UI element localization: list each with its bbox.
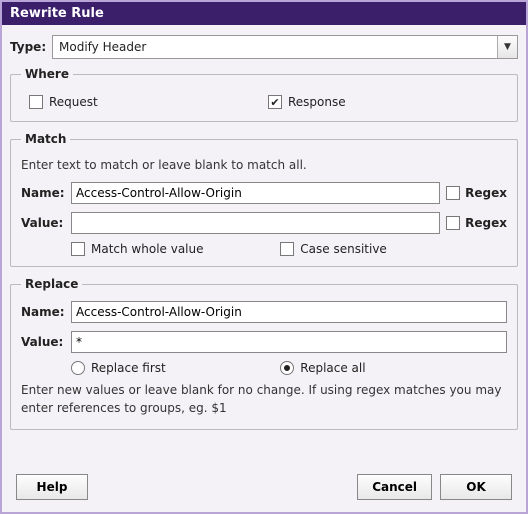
- where-row: Request Response: [21, 91, 507, 111]
- type-select-value: Modify Header: [52, 35, 518, 59]
- match-value-regex-checkbox[interactable]: [446, 216, 460, 230]
- replace-value-input[interactable]: [71, 331, 507, 353]
- replace-first-radio[interactable]: [71, 361, 85, 375]
- match-legend: Match: [21, 132, 70, 146]
- match-name-row: Name: Regex: [21, 182, 507, 204]
- replace-name-row: Name:: [21, 301, 507, 323]
- window-title: Rewrite Rule: [10, 6, 104, 21]
- match-whole-checkbox[interactable]: [71, 242, 85, 256]
- replace-first-label: Replace first: [91, 361, 166, 375]
- request-label: Request: [49, 95, 98, 109]
- replace-name-label: Name:: [21, 305, 65, 319]
- window-titlebar: Rewrite Rule: [2, 2, 526, 25]
- match-value-label: Value:: [21, 216, 65, 230]
- match-helper: Enter text to match or leave blank to ma…: [21, 158, 507, 172]
- match-value-regex-option[interactable]: Regex: [446, 216, 507, 230]
- replace-all-label: Replace all: [300, 361, 365, 375]
- where-legend: Where: [21, 67, 73, 81]
- request-option[interactable]: Request: [29, 95, 268, 109]
- response-option[interactable]: Response: [268, 95, 507, 109]
- where-group: Where Request Response: [10, 67, 518, 122]
- response-checkbox[interactable]: [268, 95, 282, 109]
- replace-options-row: Replace first Replace all: [21, 361, 507, 375]
- type-row: Type: Modify Header ▼: [10, 35, 518, 59]
- replace-group: Replace Name: Value: Replace first Repla…: [10, 277, 518, 430]
- replace-first-option[interactable]: Replace first: [71, 361, 280, 375]
- match-whole-option[interactable]: Match whole value: [71, 242, 280, 256]
- replace-helper: Enter new values or leave blank for no c…: [21, 381, 507, 417]
- replace-value-label: Value:: [21, 335, 65, 349]
- match-options-row: Match whole value Case sensitive: [21, 242, 507, 256]
- type-select[interactable]: Modify Header ▼: [52, 35, 518, 59]
- match-name-regex-option[interactable]: Regex: [446, 186, 507, 200]
- match-value-regex-label: Regex: [465, 216, 507, 230]
- rewrite-rule-window: Rewrite Rule Type: Modify Header ▼ Where…: [0, 0, 528, 514]
- ok-button[interactable]: OK: [440, 474, 512, 500]
- content-area: Type: Modify Header ▼ Where Request Resp…: [2, 25, 526, 512]
- replace-value-row: Value:: [21, 331, 507, 353]
- match-name-regex-label: Regex: [465, 186, 507, 200]
- replace-legend: Replace: [21, 277, 82, 291]
- button-bar: Help Cancel OK: [10, 470, 518, 504]
- chevron-down-icon: ▼: [497, 36, 517, 58]
- match-value-row: Value: Regex: [21, 212, 507, 234]
- match-name-input[interactable]: [71, 182, 440, 204]
- match-value-input[interactable]: [71, 212, 440, 234]
- response-label: Response: [288, 95, 346, 109]
- match-name-regex-checkbox[interactable]: [446, 186, 460, 200]
- request-checkbox[interactable]: [29, 95, 43, 109]
- case-sensitive-label: Case sensitive: [300, 242, 387, 256]
- match-group: Match Enter text to match or leave blank…: [10, 132, 518, 267]
- type-label: Type:: [10, 40, 46, 54]
- cancel-button[interactable]: Cancel: [357, 474, 432, 500]
- match-whole-label: Match whole value: [91, 242, 204, 256]
- case-sensitive-option[interactable]: Case sensitive: [280, 242, 507, 256]
- replace-all-option[interactable]: Replace all: [280, 361, 507, 375]
- help-button[interactable]: Help: [16, 474, 88, 500]
- replace-name-input[interactable]: [71, 301, 507, 323]
- replace-all-radio[interactable]: [280, 361, 294, 375]
- case-sensitive-checkbox[interactable]: [280, 242, 294, 256]
- match-name-label: Name:: [21, 186, 65, 200]
